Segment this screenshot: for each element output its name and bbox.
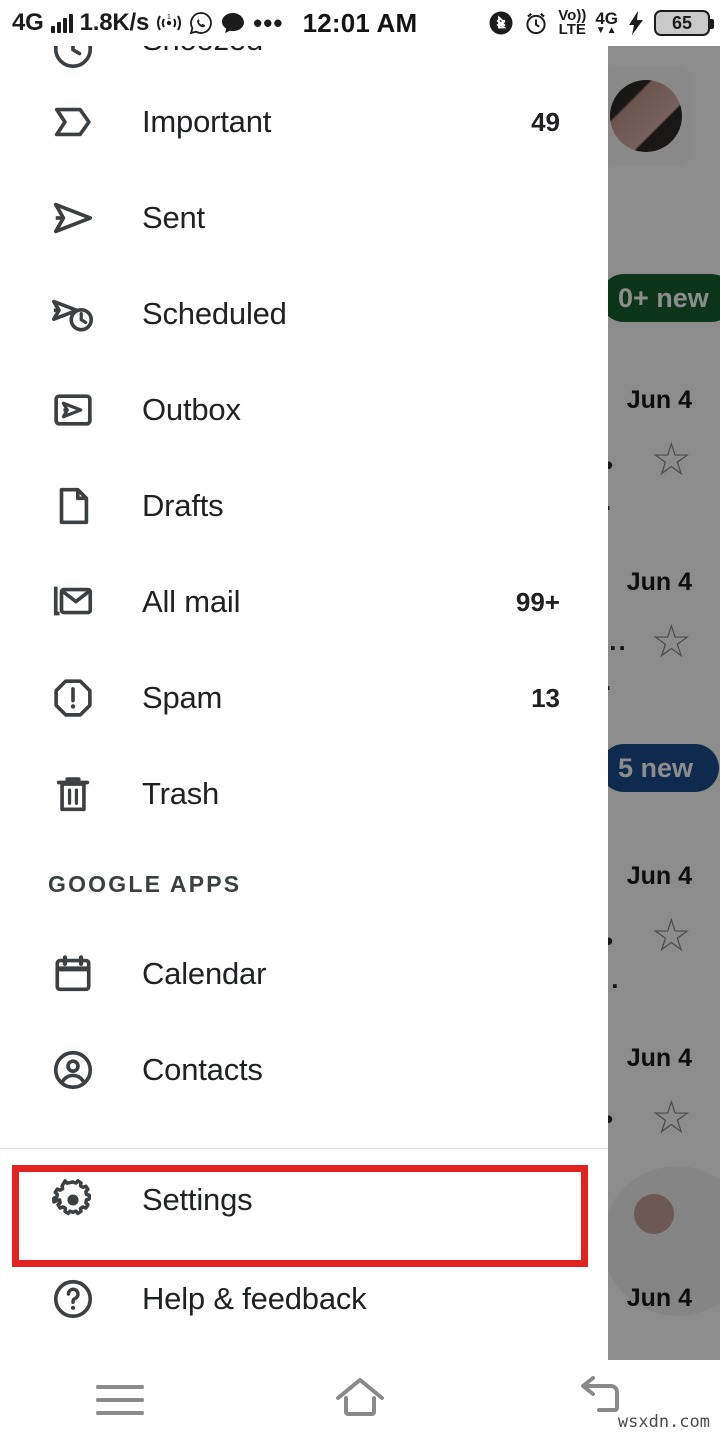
hotspot-icon: 1 [156, 12, 182, 34]
sidebar-item-label: Important [142, 104, 271, 140]
sidebar-item-count: 99+ [516, 587, 560, 618]
sidebar-item-all-mail[interactable]: All mail 99+ [0, 554, 608, 650]
chat-bubble-icon [220, 11, 246, 35]
sidebar-item-count: 13 [531, 683, 560, 714]
sidebar-item-scheduled[interactable]: Scheduled [0, 266, 608, 362]
navigation-drawer: Snoozed Important 49 Sent [0, 46, 608, 1360]
sidebar-item-label: Trash [142, 776, 219, 812]
recent-apps-button[interactable] [0, 1360, 240, 1440]
sidebar-item-label: Settings [142, 1182, 252, 1218]
sidebar-item-sent[interactable]: Sent [0, 170, 608, 266]
outbox-icon [48, 385, 98, 435]
sidebar-item-label: Contacts [142, 1052, 263, 1088]
home-button[interactable] [240, 1360, 480, 1440]
signal-bars-icon [51, 13, 73, 33]
bluetooth-icon [488, 10, 514, 36]
send-icon [48, 193, 98, 243]
sidebar-item-contacts[interactable]: Contacts [0, 1022, 608, 1118]
sidebar-item-help-feedback[interactable]: Help & feedback [0, 1251, 608, 1347]
sidebar-item-trash[interactable]: Trash [0, 746, 608, 842]
sidebar-item-count: 49 [531, 107, 560, 138]
volte-icon: Vo)) LTE [558, 9, 586, 38]
help-circle-icon [48, 1274, 98, 1324]
scheduled-send-icon [48, 289, 98, 339]
phone-screen: 4G 1.8K/s 1 [0, 0, 720, 1440]
sidebar-item-important[interactable]: Important 49 [0, 74, 608, 170]
status-bar-left: 4G 1.8K/s 1 [0, 11, 283, 35]
account-circle-icon [48, 1045, 98, 1095]
sidebar-item-label: Outbox [142, 392, 241, 428]
draft-file-icon [48, 481, 98, 531]
battery-icon: 65 [654, 10, 710, 36]
alarm-clock-icon [523, 10, 549, 36]
svg-text:1: 1 [167, 14, 171, 21]
watermark: wsxdn.com [618, 1412, 710, 1432]
sidebar-item-label: Snoozed [142, 46, 263, 58]
whatsapp-icon [189, 11, 213, 35]
sidebar-item-label: Help & feedback [142, 1281, 366, 1317]
battery-level-label: 65 [672, 13, 692, 34]
clock-icon [48, 46, 98, 74]
gear-icon [48, 1175, 98, 1225]
data-speed-label: 1.8K/s [80, 11, 150, 35]
recent-apps-icon [96, 1385, 144, 1415]
sidebar-item-label: Scheduled [142, 296, 287, 332]
overflow-dots-icon: ••• [253, 18, 283, 28]
calendar-icon [48, 949, 98, 999]
sidebar-item-outbox[interactable]: Outbox [0, 362, 608, 458]
home-icon [332, 1374, 388, 1427]
charging-bolt-icon [627, 10, 645, 36]
label-important-icon [48, 97, 98, 147]
sidebar-item-label: All mail [142, 584, 240, 620]
status-bar: 4G 1.8K/s 1 [0, 0, 720, 46]
volte-bottom-label: LTE [559, 23, 586, 37]
trash-icon [48, 769, 98, 819]
spam-report-icon [48, 673, 98, 723]
sidebar-item-settings[interactable]: Settings [0, 1149, 608, 1251]
system-nav-bar [0, 1360, 720, 1440]
section-header-google-apps: GOOGLE APPS [0, 842, 608, 926]
sidebar-item-label: Calendar [142, 956, 266, 992]
sidebar-item-label: Spam [142, 680, 222, 716]
sidebar-item-drafts[interactable]: Drafts [0, 458, 608, 554]
second-network-icon: 4G ▼▲ [595, 11, 618, 35]
sidebar-item-label: Drafts [142, 488, 223, 524]
all-mail-icon [48, 577, 98, 627]
network-type-label: 4G [12, 11, 44, 35]
second-network-label: 4G [595, 11, 618, 26]
sidebar-item-label: Sent [142, 200, 205, 236]
sidebar-item-snoozed[interactable]: Snoozed [0, 46, 608, 74]
data-arrows-label: ▼▲ [596, 26, 618, 35]
sidebar-item-calendar[interactable]: Calendar [0, 926, 608, 1022]
status-bar-right: Vo)) LTE 4G ▼▲ 65 [488, 0, 710, 46]
sidebar-item-spam[interactable]: Spam 13 [0, 650, 608, 746]
status-bar-clock: 12:01 AM [303, 8, 418, 39]
